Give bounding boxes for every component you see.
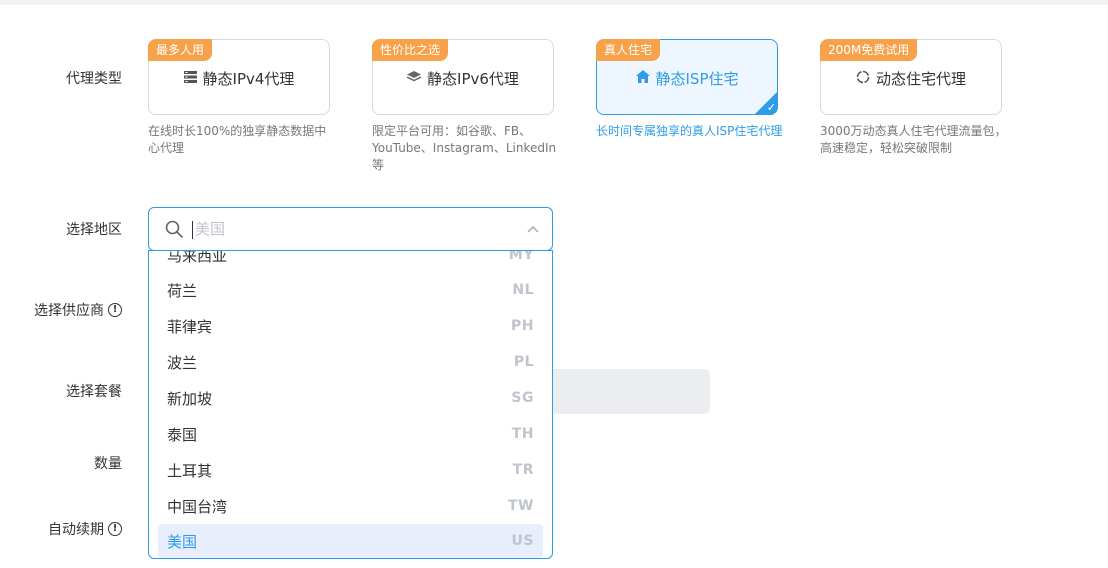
chevron-up-icon[interactable]	[526, 223, 540, 237]
card-title: 静态IPv4代理	[202, 70, 295, 88]
region-option[interactable]: 波兰 PL	[158, 345, 543, 379]
card-dynamic-residential[interactable]: 200M免费试用 动态住宅代理	[820, 39, 1002, 115]
card-static-ipv4[interactable]: 最多人用 静态IPv4代理	[148, 39, 330, 115]
region-option[interactable]: 新加坡 SG	[158, 381, 543, 415]
label-proxy-type: 代理类型	[66, 71, 122, 87]
region-dropdown[interactable]: 马来西亚 MY 荷兰 NL 菲律宾 PH 波兰 PL 新加坡 SG 泰国 TH …	[148, 250, 553, 559]
region-option[interactable]: 马来西亚 MY	[158, 251, 543, 272]
region-option[interactable]: 泰国 TH	[158, 417, 543, 451]
info-icon[interactable]: !	[108, 522, 122, 536]
region-select[interactable]	[148, 207, 553, 251]
plan-select-field[interactable]	[552, 369, 710, 414]
selected-check-icon: ✓	[754, 91, 778, 115]
card-badge: 性价比之选	[372, 39, 449, 61]
text-caret	[192, 221, 193, 239]
card-desc: 3000万动态真人住宅代理流量包，高速稳定，轻松突破限制	[820, 124, 1007, 155]
label-provider: 选择供应商 !	[34, 300, 122, 320]
card-desc: 长时间专属独享的真人ISP住宅代理	[596, 124, 783, 138]
top-bar	[0, 0, 1108, 5]
region-option[interactable]: 菲律宾 PH	[158, 309, 543, 343]
card-badge: 最多人用	[148, 39, 213, 61]
home-icon	[635, 70, 650, 87]
region-search-input[interactable]	[195, 208, 495, 250]
region-option[interactable]: 荷兰 NL	[158, 273, 543, 307]
refresh-icon	[856, 70, 870, 88]
region-option[interactable]: 中国台湾 TW	[158, 489, 543, 523]
info-icon[interactable]: !	[108, 303, 122, 317]
label-plan: 选择套餐	[66, 384, 122, 400]
label-auto-renew: 自动续期 !	[48, 519, 122, 539]
card-badge: 200M免费试用	[820, 39, 918, 61]
region-option-selected[interactable]: 美国 US	[158, 524, 543, 558]
card-static-isp[interactable]: 真人住宅 静态ISP住宅 ✓	[596, 39, 778, 115]
card-title: 动态住宅代理	[875, 70, 966, 88]
card-title: 静态ISP住宅	[655, 70, 739, 88]
search-icon	[165, 220, 183, 238]
card-desc: 限定平台可用：如谷歌、FB、YouTube、Instagram、LinkedIn…	[372, 124, 557, 172]
card-badge: 真人住宅	[596, 39, 661, 61]
label-quantity: 数量	[94, 456, 122, 472]
label-region: 选择地区	[66, 222, 122, 238]
card-static-ipv6[interactable]: 性价比之选 静态IPv6代理	[372, 39, 554, 115]
layers-icon	[406, 70, 422, 87]
card-desc: 在线时长100%的独享静态数据中心代理	[148, 124, 327, 155]
region-option[interactable]: 土耳其 TR	[158, 453, 543, 487]
card-title: 静态IPv6代理	[427, 70, 519, 88]
server-icon	[183, 70, 197, 87]
